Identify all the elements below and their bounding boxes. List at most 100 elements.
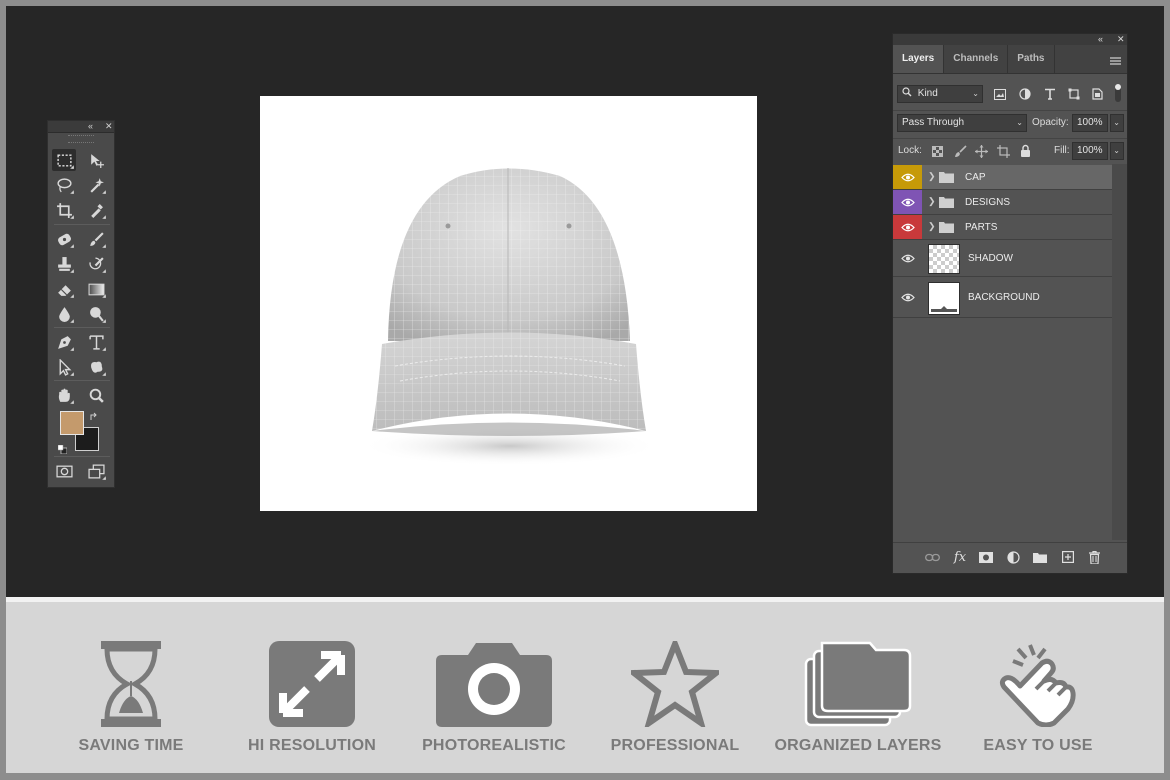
filter-toggle[interactable]	[1115, 84, 1121, 102]
move-tool-icon[interactable]	[84, 149, 108, 171]
filter-row: Kind ⌄	[893, 82, 1127, 106]
tools-divider	[54, 224, 110, 225]
new-group-icon[interactable]	[1032, 549, 1048, 565]
blend-row: Pass Through ⌄ Opacity: 100% ⌄	[893, 110, 1127, 135]
layers-scrollbar[interactable]	[1112, 164, 1127, 540]
eyedropper-tool-icon[interactable]	[84, 199, 108, 221]
healing-brush-tool-icon[interactable]	[52, 228, 76, 250]
filter-value: Kind	[917, 88, 938, 99]
opacity-input[interactable]: 100%	[1072, 114, 1108, 132]
feature-label: SAVING TIME	[78, 737, 184, 754]
expand-arrow-icon[interactable]: ❯	[928, 196, 936, 207]
brush-tool-icon[interactable]	[84, 228, 108, 250]
panel-menu-icon[interactable]	[1110, 53, 1121, 71]
tab-channels[interactable]: Channels	[944, 45, 1009, 73]
type-filter-icon[interactable]	[1044, 88, 1056, 100]
drag-grip[interactable]	[68, 135, 94, 143]
link-layers-icon[interactable]	[924, 549, 940, 565]
layer-style-fx-icon[interactable]: fx	[952, 549, 968, 565]
layer-row-background[interactable]: BACKGROUND	[893, 277, 1112, 318]
custom-shape-tool-icon[interactable]	[84, 356, 108, 378]
chevron-down-icon: ⌄	[1016, 118, 1023, 127]
lock-position-icon[interactable]	[975, 145, 988, 158]
feature-label: HI RESOLUTION	[248, 737, 376, 754]
collapse-icon[interactable]: «	[1098, 34, 1103, 45]
tab-layers[interactable]: Layers	[893, 45, 945, 73]
feature-label: ORGANIZED LAYERS	[774, 737, 942, 754]
close-icon[interactable]: ✕	[1117, 34, 1125, 45]
adjustment-filter-icon[interactable]	[1019, 88, 1031, 100]
dodge-tool-icon[interactable]	[84, 303, 108, 325]
layer-row-shadow[interactable]: SHADOW	[893, 240, 1112, 277]
visibility-eye-icon[interactable]	[893, 165, 922, 189]
layers-panel: « ✕ Layers Channels Paths Kind ⌄ Pass Th…	[892, 33, 1128, 574]
collapse-icon[interactable]: «	[88, 121, 93, 132]
path-selection-tool-icon[interactable]	[52, 356, 76, 378]
adjustment-layer-icon[interactable]	[1005, 549, 1021, 565]
layer-row-cap[interactable]: ❯ CAP	[893, 165, 1112, 190]
blend-mode-value: Pass Through	[902, 117, 965, 128]
shape-filter-icon[interactable]	[1068, 88, 1080, 100]
visibility-eye-icon[interactable]	[893, 190, 922, 214]
star-icon	[590, 640, 760, 728]
fill-slider-button[interactable]: ⌄	[1110, 142, 1124, 160]
feature-easy-to-use: EASY TO USE	[953, 640, 1123, 754]
folder-icon	[939, 222, 954, 233]
new-layer-icon[interactable]	[1060, 549, 1076, 565]
feature-saving-time: SAVING TIME	[46, 640, 216, 754]
opacity-slider-button[interactable]: ⌄	[1110, 114, 1124, 132]
smart-object-filter-icon[interactable]	[1092, 88, 1103, 100]
layers-footer-toolbar: fx	[893, 542, 1127, 573]
close-icon[interactable]: ✕	[105, 121, 113, 132]
expand-arrow-icon[interactable]: ❯	[928, 221, 936, 232]
gradient-tool-icon[interactable]	[84, 278, 108, 300]
type-tool-icon[interactable]	[84, 331, 108, 353]
zoom-tool-icon[interactable]	[84, 384, 108, 406]
tap-hand-icon	[953, 640, 1123, 728]
tools-panel-header[interactable]: « ✕	[48, 121, 114, 133]
lock-image-icon[interactable]	[954, 145, 967, 158]
swap-colors-icon[interactable]	[89, 409, 99, 420]
visibility-eye-icon[interactable]	[893, 240, 922, 276]
layers-panel-header[interactable]: « ✕	[893, 34, 1127, 45]
marquee-tool-icon[interactable]	[52, 149, 76, 171]
layer-thumbnail-transparent	[928, 244, 960, 274]
foreground-color-swatch[interactable]	[60, 411, 84, 435]
layer-name: CAP	[965, 172, 986, 183]
tab-paths[interactable]: Paths	[1008, 45, 1055, 73]
pixel-filter-icon[interactable]	[994, 89, 1006, 100]
blur-tool-icon[interactable]	[52, 303, 76, 325]
layer-name: BACKGROUND	[968, 292, 1040, 303]
add-mask-icon[interactable]	[978, 549, 994, 565]
camera-icon	[409, 640, 579, 728]
lasso-tool-icon[interactable]	[52, 174, 76, 196]
blend-mode-select[interactable]: Pass Through ⌄	[897, 114, 1027, 132]
visibility-eye-icon[interactable]	[893, 215, 922, 239]
clone-stamp-tool-icon[interactable]	[52, 253, 76, 275]
expand-arrows-icon	[227, 640, 397, 728]
expand-arrow-icon[interactable]: ❯	[928, 171, 936, 182]
chevron-down-icon: ⌄	[1113, 118, 1120, 127]
eraser-tool-icon[interactable]	[52, 278, 76, 300]
layer-row-designs[interactable]: ❯ DESIGNS	[893, 190, 1112, 215]
hand-tool-icon[interactable]	[52, 384, 76, 406]
pen-tool-icon[interactable]	[52, 331, 76, 353]
lock-artboard-icon[interactable]	[997, 145, 1010, 158]
lock-all-icon[interactable]	[1020, 144, 1031, 157]
feature-professional: PROFESSIONAL	[590, 640, 760, 754]
visibility-eye-icon[interactable]	[893, 277, 922, 317]
crop-tool-icon[interactable]	[52, 199, 76, 221]
screen-mode-icon[interactable]	[84, 460, 108, 482]
history-brush-tool-icon[interactable]	[84, 253, 108, 275]
document-canvas[interactable]	[260, 96, 757, 511]
default-colors-icon[interactable]	[57, 441, 68, 455]
tools-divider	[54, 456, 110, 457]
feature-label: EASY TO USE	[983, 737, 1093, 754]
layer-filter-select[interactable]: Kind ⌄	[897, 85, 983, 103]
layer-row-parts[interactable]: ❯ PARTS	[893, 215, 1112, 240]
quick-mask-icon[interactable]	[52, 460, 76, 482]
lock-transparent-icon[interactable]	[932, 146, 943, 157]
magic-wand-tool-icon[interactable]	[84, 174, 108, 196]
fill-input[interactable]: 100%	[1072, 142, 1108, 160]
delete-layer-icon[interactable]	[1086, 549, 1102, 565]
